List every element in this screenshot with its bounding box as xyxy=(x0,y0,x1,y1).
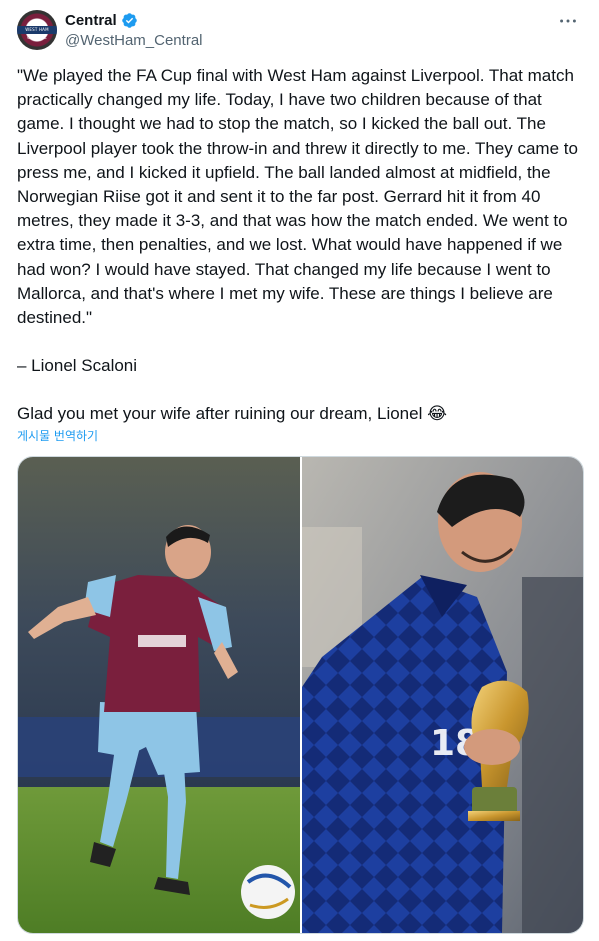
photo-argentina-coach-trophy[interactable]: 18 xyxy=(302,457,583,933)
avatar-logo-text: WEST HAM CENTRAL xyxy=(17,26,57,40)
avatar[interactable]: WEST HAM CENTRAL xyxy=(17,10,57,50)
quote-attribution: – Lionel Scaloni xyxy=(17,356,138,376)
translate-post-link[interactable]: 게시물 번역하기 xyxy=(17,427,98,444)
more-options-icon[interactable] xyxy=(557,10,579,32)
tweet-comment: Glad you met your wife after ruining our… xyxy=(17,404,447,424)
user-handle[interactable]: @WestHam_Central xyxy=(65,32,203,49)
quote-paragraph: "We played the FA Cup final with West Ha… xyxy=(17,66,578,328)
tweet-media[interactable]: 18 xyxy=(17,456,584,934)
photo-west-ham-player[interactable] xyxy=(18,457,300,933)
display-name[interactable]: Central xyxy=(65,12,117,29)
tweet-header: WEST HAM CENTRAL Central @WestHam_Centra… xyxy=(16,8,583,52)
tweet-text: "We played the FA Cup final with West Ha… xyxy=(17,64,585,427)
verified-badge-icon xyxy=(121,12,137,28)
name-row: Central xyxy=(65,11,138,29)
